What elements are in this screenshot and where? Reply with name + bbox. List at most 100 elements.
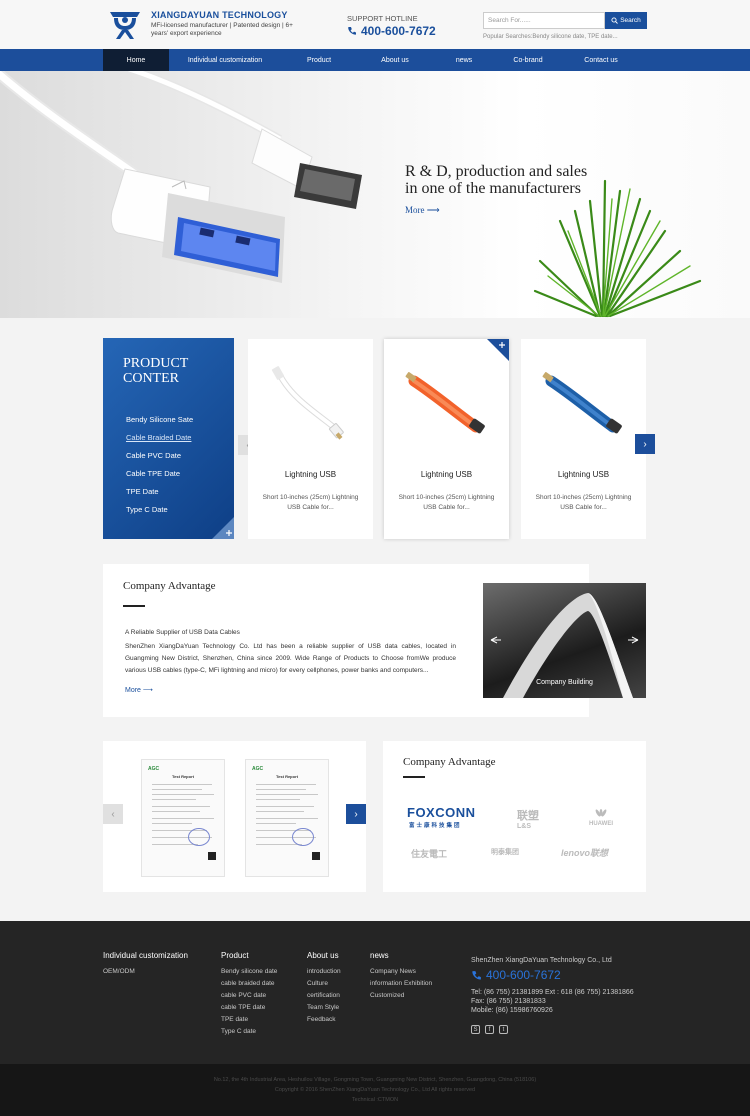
title-underline [403, 776, 425, 778]
logo-title[interactable]: XIANGDAYUAN TECHNOLOGY [151, 10, 288, 20]
hotline-label: SUPPORT HOTLINE [347, 14, 418, 23]
social-links: S f t [471, 1025, 508, 1034]
brand-logo-ls[interactable]: 联塑 L&S [517, 807, 539, 830]
section-title: Company Advantage [403, 756, 496, 768]
main-nav: Home Individual customization Product Ab… [0, 49, 750, 71]
product-card[interactable]: Lightning USB Short 10-inches (25cm) Lig… [521, 339, 646, 539]
brand-logo-huawei[interactable]: HUAWEI [589, 809, 613, 827]
footer-mobile: Mobile: (86) 15986760926 [471, 1007, 553, 1014]
footer-technical[interactable]: Technical :CTMON [0, 1097, 750, 1103]
search-button[interactable]: Search [605, 12, 647, 29]
hotline-number: 400-600-7672 [347, 24, 436, 38]
product-image-white-cable [271, 366, 344, 440]
category-item[interactable]: Bendy Silicone Sate [126, 415, 193, 433]
nav-contact-us[interactable]: Contact us [572, 49, 630, 71]
footer-heading[interactable]: Product [221, 951, 249, 960]
product-center-title: PRODUCT CONTER [123, 356, 188, 386]
cert-logo: AGC [148, 766, 160, 772]
footer-link[interactable]: cable TPE date [221, 1004, 277, 1016]
certs-next-arrow[interactable]: › [346, 804, 366, 824]
title-underline [123, 605, 145, 607]
certs-prev-arrow[interactable]: ‹ [103, 804, 123, 824]
plus-corner-icon[interactable] [487, 339, 509, 361]
skype-icon[interactable]: S [471, 1025, 480, 1034]
brand-logo-sumitomo[interactable]: 住友電工 [411, 847, 447, 860]
brand-ls-cn: 联塑 [517, 810, 539, 822]
footer-column: introduction Culture certification Team … [307, 968, 341, 1028]
company-logo-icon[interactable] [108, 8, 142, 40]
footer-column: Bendy silicone date cable braided date c… [221, 968, 277, 1040]
footer-link[interactable]: Type C date [221, 1028, 277, 1040]
brand-logo-foxconn[interactable]: FOXCONN [407, 805, 476, 820]
brand-logo-mingtai[interactable]: 明泰集团 [491, 847, 519, 857]
products-next-arrow[interactable]: › [635, 434, 655, 454]
plus-corner-icon[interactable] [212, 517, 234, 539]
site-footer: Individual customization OEM/ODM Product… [0, 921, 750, 1064]
logo-tagline: MFi-licensed manufacturer | Patented des… [151, 22, 293, 37]
certificates-slider: ‹ AGC Test Report AGC Test Report › [103, 741, 366, 892]
footer-phone-number: 400-600-7672 [486, 968, 561, 982]
footer-link[interactable]: cable PVC date [221, 992, 277, 1004]
footer-heading[interactable]: news [370, 951, 389, 960]
facebook-icon[interactable]: f [485, 1025, 494, 1034]
product-category-list: Bendy Silicone Sate Cable Braided Date C… [126, 415, 193, 523]
footer-copyright: Copyright © 2016 ShenZhen XiangDaYuan Te… [274, 1087, 476, 1093]
footer-fax: Fax: (86 755) 21381833 [471, 998, 546, 1005]
footer-link[interactable]: TPE date [221, 1016, 277, 1028]
nav-news[interactable]: news [440, 49, 488, 71]
footer-link[interactable]: OEM/ODM [103, 968, 135, 980]
brand-logo-lenovo[interactable]: lenovo联想 [561, 846, 608, 859]
nav-co-brand[interactable]: Co-brand [500, 49, 556, 71]
footer-link[interactable]: Team Style [307, 1004, 341, 1016]
company-more-link[interactable]: More ⟶ [125, 686, 153, 694]
category-item[interactable]: Cable PVC Date [126, 451, 193, 469]
usb-cable-image [0, 71, 702, 318]
footer-link[interactable]: Customized [370, 992, 432, 1004]
nav-about-us[interactable]: About us [366, 49, 424, 71]
footer-address: No.12, the 4th Industrial Area, Heshuilo… [213, 1077, 537, 1083]
category-item[interactable]: Cable Braided Date [126, 433, 193, 451]
image-caption: Company Building [536, 679, 593, 686]
banner-more-link[interactable]: More ⟶ [405, 205, 440, 216]
category-item[interactable]: Cable TPE Date [126, 469, 193, 487]
hero-banner: R & D, production and sales in one of th… [0, 71, 750, 318]
nav-individual-customization[interactable]: Individual customization [175, 49, 275, 71]
nav-product[interactable]: Product [290, 49, 348, 71]
footer-heading[interactable]: Individual customization [103, 951, 188, 960]
footer-heading[interactable]: About us [307, 951, 339, 960]
footer-link[interactable]: Bendy silicone date [221, 968, 277, 980]
footer-link[interactable]: certification [307, 992, 341, 1004]
company-building-image[interactable]: Company Building [483, 583, 646, 698]
product-description: Short 10-inches (25cm) Lightning USB Cab… [262, 494, 359, 511]
banner-title: R & D, production and sales in one of th… [405, 163, 587, 197]
certificate-document[interactable]: AGC Test Report [141, 759, 225, 877]
product-card[interactable]: Lightning USB Short 10-inches (25cm) Lig… [248, 339, 373, 539]
copyright-bar: No.12, the 4th Industrial Area, Heshuilo… [0, 1064, 750, 1116]
company-subtitle: A Reliable Supplier of USB Data Cables [125, 629, 240, 636]
brand-huawei-text: HUAWEI [589, 821, 613, 827]
brand-logo-foxconn-cn: 富士康科技集团 [409, 823, 462, 829]
footer-phone: 400-600-7672 [471, 968, 561, 982]
search-button-label: Search [620, 17, 641, 24]
product-center-title-line1: PRODUCT [123, 356, 189, 371]
phone-icon [472, 970, 481, 979]
footer-link[interactable]: Company News [370, 968, 432, 980]
footer-link[interactable]: information Exhibition [370, 980, 432, 992]
product-card[interactable]: Lightning USB Short 10-inches (25cm) Lig… [384, 339, 509, 539]
footer-link[interactable]: introduction [307, 968, 341, 980]
popular-searches[interactable]: Popular Searches:Bendy silicone date, TP… [483, 34, 618, 40]
twitter-icon[interactable]: t [499, 1025, 508, 1034]
nav-home[interactable]: Home [103, 49, 169, 71]
certificate-document[interactable]: AGC Test Report [245, 759, 329, 877]
product-description: Short 10-inches (25cm) Lightning USB Cab… [398, 494, 495, 511]
footer-column: OEM/ODM [103, 968, 135, 980]
category-item[interactable]: TPE Date [126, 487, 193, 505]
footer-link[interactable]: Feedback [307, 1016, 341, 1028]
category-item[interactable]: Type C Date [126, 505, 193, 523]
footer-link[interactable]: cable braided date [221, 980, 277, 992]
search-input[interactable]: Search For...... [483, 12, 605, 29]
hotline-number-text: 400-600-7672 [361, 24, 436, 38]
footer-link[interactable]: Culture [307, 980, 341, 992]
footer-company-name: ShenZhen XiangDaYuan Technology Co., Ltd [471, 957, 612, 964]
footer-column: Company News information Exhibition Cust… [370, 968, 432, 1004]
